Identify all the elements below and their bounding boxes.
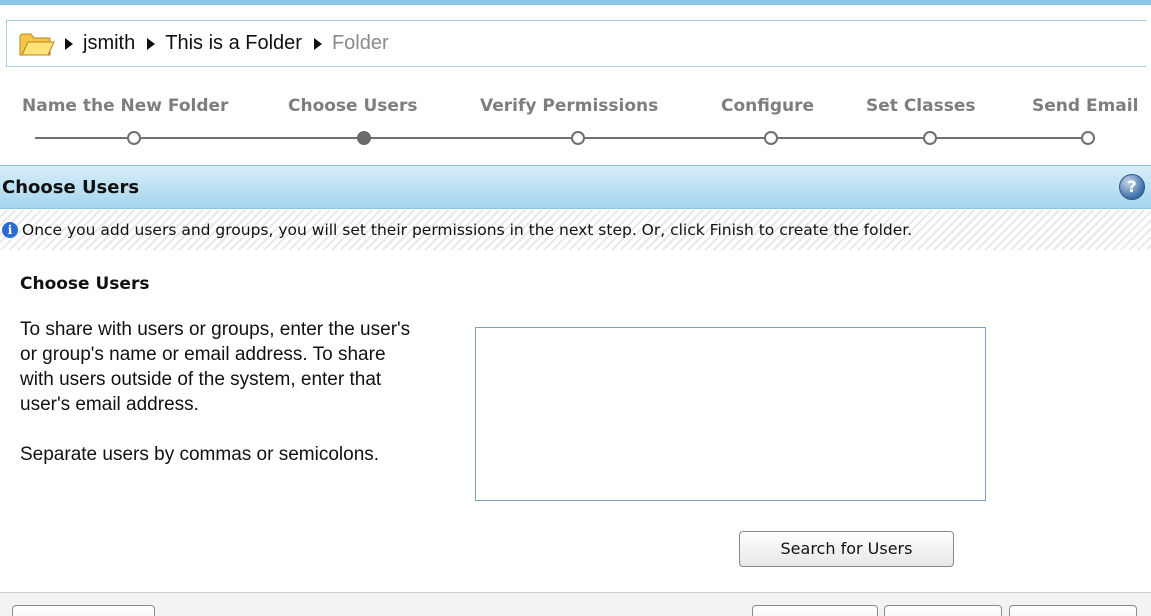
step-configure[interactable]: Configure [721,96,814,116]
info-text: Once you add users and groups, you will … [22,221,913,239]
cancel-button[interactable]: Cancel [12,605,155,616]
separator-note: Separate users by commas or semicolons. [20,444,380,465]
content-title: Choose Users [20,274,150,294]
step-dot-name-folder [127,131,141,145]
users-input[interactable] [475,327,986,501]
help-icon[interactable]: ? [1119,174,1145,200]
section-title: Choose Users [2,176,140,198]
arrow-right-icon [313,37,322,50]
step-set-classes[interactable]: Set Classes [866,96,975,116]
info-message: i Once you add users and groups, you wil… [0,210,1151,250]
breadcrumb: jsmith This is a Folder Folder [6,20,1146,67]
step-dot-choose-users [357,131,371,145]
breadcrumb-item-current-folder: Folder [313,32,389,55]
step-dot-verify-permissions [571,131,585,145]
instructions-text: To share with users or groups, enter the… [20,319,411,415]
step-dot-configure [764,131,778,145]
next-button[interactable]: Next [884,605,1002,616]
finish-button[interactable]: Finish [1009,605,1137,616]
step-dot-set-classes [923,131,937,145]
search-users-button[interactable]: Search for Users [739,531,954,567]
step-verify-permissions[interactable]: Verify Permissions [480,96,658,116]
top-accent-bar [0,0,1151,5]
breadcrumb-item-parent-folder[interactable]: This is a Folder [147,32,302,55]
info-icon: i [2,222,18,238]
instructions: To share with users or groups, enter the… [20,317,420,492]
section-header: Choose Users ? [0,165,1151,209]
folder-icon [19,33,55,55]
back-button[interactable]: Back [752,605,878,616]
wizard-footer: Cancel Back Next Finish [0,592,1151,616]
step-dot-send-email [1081,131,1095,145]
step-send-email[interactable]: Send Email [1032,96,1138,116]
arrow-right-icon [147,37,156,50]
step-choose-users[interactable]: Choose Users [288,96,417,116]
arrow-right-icon [65,37,73,50]
breadcrumb-item-user[interactable]: jsmith [65,32,135,55]
step-name-folder[interactable]: Name the New Folder [22,96,228,116]
